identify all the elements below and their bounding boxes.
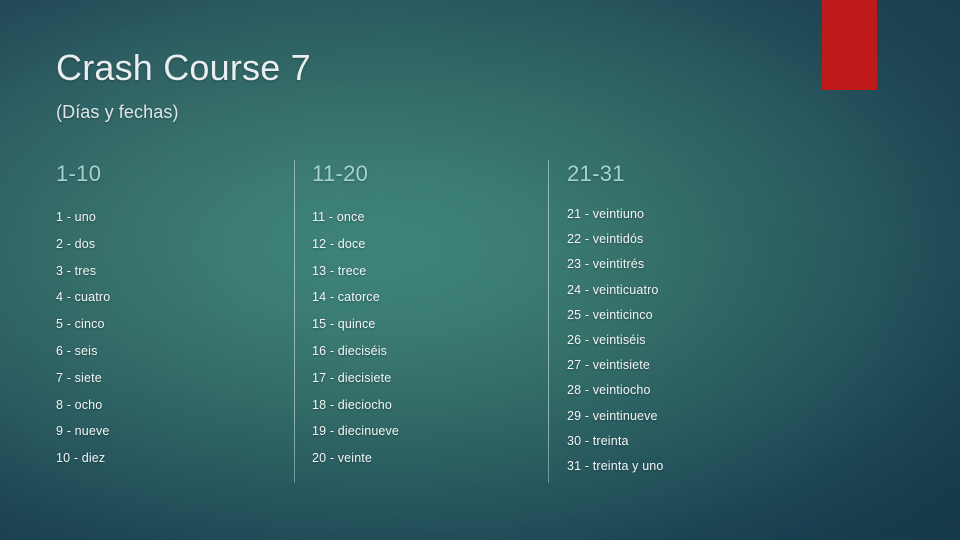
- list-item: 26 - veintiséis: [567, 333, 646, 348]
- column-3-list: 21 - veintiuno 22 - veintidós 23 - veint…: [567, 202, 857, 479]
- slide-title: Crash Course 7: [56, 47, 311, 88]
- slide-canvas: Crash Course 7 (Días y fechas) 1-10 1 - …: [0, 0, 960, 540]
- list-item: 22 - veintidós: [567, 232, 644, 247]
- column-1-list: 1 - uno 2 - dos 3 - tres 4 - cuatro 5 - …: [56, 204, 294, 472]
- number-columns: 1-10 1 - uno 2 - dos 3 - tres 4 - cuatro…: [56, 160, 912, 490]
- list-item: 29 - veintinueve: [567, 408, 658, 423]
- list-item: 7 - siete: [56, 370, 102, 385]
- column-2-header: 11-20: [312, 161, 369, 186]
- list-item: 2 - dos: [56, 236, 96, 251]
- column-21-31: 21-31 21 - veintiuno 22 - veintidós 23 -…: [567, 160, 857, 479]
- list-item: 28 - veintiocho: [567, 383, 651, 398]
- list-item: 18 - dieciocho: [312, 397, 392, 412]
- list-item: 27 - veintisiete: [567, 358, 650, 373]
- list-item: 31 - treinta y uno: [567, 459, 664, 474]
- list-item: 16 - dieciséis: [312, 343, 388, 358]
- list-item: 20 - veinte: [312, 451, 373, 466]
- list-item: 5 - cinco: [56, 317, 105, 332]
- list-item: 1 - uno: [56, 210, 96, 224]
- list-item: 25 - veinticinco: [567, 307, 653, 322]
- red-accent-bar: [822, 0, 877, 90]
- slide-subtitle: (Días y fechas): [56, 102, 179, 122]
- list-item: 8 - ocho: [56, 397, 103, 412]
- column-1-header: 1-10: [56, 161, 102, 186]
- list-item: 9 - nueve: [56, 424, 110, 439]
- column-3-header: 21-31: [567, 161, 625, 186]
- list-item: 6 - seis: [56, 343, 98, 358]
- column-2-list: 11 - once 12 - doce 13 - trece 14 - cato…: [312, 204, 548, 472]
- list-item: 24 - veinticuatro: [567, 282, 659, 297]
- list-item: 14 - catorce: [312, 290, 380, 305]
- list-item: 19 - diecinueve: [312, 424, 400, 439]
- list-item: 21 - veintiuno: [567, 207, 645, 221]
- list-item: 17 - diecisiete: [312, 370, 392, 385]
- title-block: Crash Course 7 (Días y fechas): [56, 46, 756, 124]
- list-item: 12 - doce: [312, 236, 366, 251]
- column-11-20: 11-20 11 - once 12 - doce 13 - trece 14 …: [312, 160, 548, 472]
- list-item: 15 - quince: [312, 317, 376, 332]
- list-item: 30 - treinta: [567, 433, 629, 448]
- list-item: 11 - once: [312, 210, 365, 224]
- list-item: 23 - veintitrés: [567, 257, 645, 272]
- column-1-10: 1-10 1 - uno 2 - dos 3 - tres 4 - cuatro…: [56, 160, 294, 472]
- list-item: 4 - cuatro: [56, 290, 111, 305]
- list-item: 13 - trece: [312, 263, 367, 278]
- list-item: 10 - diez: [56, 451, 106, 466]
- list-item: 3 - tres: [56, 263, 97, 278]
